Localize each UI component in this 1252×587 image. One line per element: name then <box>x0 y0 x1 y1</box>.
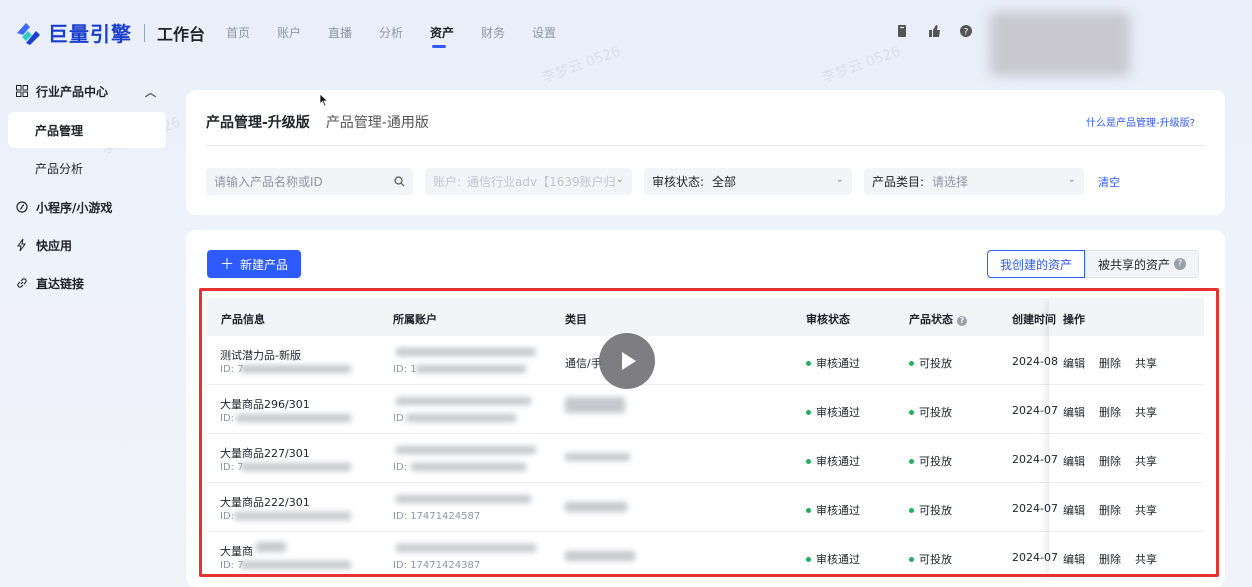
tab-general[interactable]: 产品管理-通用版 <box>326 112 429 132</box>
asset-scope-toggle: 我创建的资产 被共享的资产 ? <box>987 250 1200 278</box>
help-icon[interactable]: ? <box>1174 258 1187 270</box>
main-nav: 首页 账户 直播 分析 资产 财务 设置 <box>226 24 583 48</box>
sidebar-group-label: 小程序/小游戏 <box>36 200 113 215</box>
nav-account[interactable]: 账户 <box>277 24 328 41</box>
review-label: 审核状态: <box>652 175 705 189</box>
workbench-title: 工作台 <box>157 24 206 44</box>
sidebar-group-label: 直达链接 <box>36 276 85 291</box>
search-input[interactable]: 请输入产品名称或ID <box>206 168 413 195</box>
sidebar-group-mini-program[interactable]: 小程序/小游戏 <box>0 188 180 226</box>
tab-bar: 产品管理-升级版 产品管理-通用版 <box>206 112 429 132</box>
sidebar-group-label: 行业产品中心 <box>36 84 109 99</box>
link-icon <box>17 278 27 288</box>
search-icon[interactable] <box>394 176 405 187</box>
sidebar: 行业产品中心 ︿ 产品管理 产品分析 小程序/小游戏 快应用 直达链接 <box>0 72 180 302</box>
user-avatar[interactable] <box>990 12 1130 76</box>
sidebar-group-label: 快应用 <box>36 238 73 253</box>
search-placeholder: 请输入产品名称或ID <box>214 175 323 189</box>
sidebar-item-product-analysis[interactable]: 产品分析 <box>8 150 166 186</box>
plus-icon: ＋ <box>219 257 234 273</box>
mini-program-icon <box>16 201 28 213</box>
logo-divider <box>144 23 145 42</box>
top-bar: 巨量引擎 工作台 首页 账户 直播 分析 资产 财务 设置 ? <box>0 0 1252 76</box>
logo-icon <box>17 22 40 45</box>
mouse-cursor-icon <box>319 93 329 107</box>
review-status-select[interactable]: 审核状态: 全部 ⌄ <box>644 168 852 195</box>
chevron-down-icon: ⌄ <box>1067 174 1076 185</box>
filter-row: 请输入产品名称或ID 账户: 通信行业adv【1639账户归 ⌄ 审核状态: 全… <box>206 168 1120 195</box>
lightning-icon <box>17 239 26 251</box>
brand-logo[interactable]: 巨量引擎 工作台 <box>14 18 205 47</box>
new-product-label: 新建产品 <box>239 257 288 272</box>
tab-divider <box>206 145 1206 146</box>
tab-upgrade[interactable]: 产品管理-升级版 <box>206 112 310 132</box>
nav-assets[interactable]: 资产 <box>430 24 481 48</box>
sidebar-group-industry[interactable]: 行业产品中心 ︿ <box>0 72 180 110</box>
account-label: 账户: <box>433 175 462 189</box>
chevron-down-icon: ⌄ <box>835 174 844 185</box>
review-value: 全部 <box>712 175 737 189</box>
nav-home[interactable]: 首页 <box>226 24 277 41</box>
account-value: 通信行业adv【1639账户归 <box>467 175 616 189</box>
filter-card: 产品管理-升级版 产品管理-通用版 什么是产品管理-升级版? 请输入产品名称或I… <box>186 90 1225 215</box>
nav-settings[interactable]: 设置 <box>532 24 583 41</box>
highlight-box <box>199 288 1219 577</box>
help-link[interactable]: 什么是产品管理-升级版? <box>1086 114 1195 129</box>
account-select[interactable]: 账户: 通信行业adv【1639账户归 ⌄ <box>425 168 632 195</box>
document-icon[interactable] <box>895 24 909 38</box>
help-icon[interactable]: ? <box>959 24 973 38</box>
thumbs-up-icon[interactable] <box>927 24 941 38</box>
sidebar-item-product-manage[interactable]: 产品管理 <box>8 112 166 148</box>
chevron-down-icon: ⌄ <box>615 174 624 185</box>
shared-assets-label: 被共享的资产 <box>1098 257 1171 272</box>
play-icon <box>622 352 636 370</box>
nav-analysis[interactable]: 分析 <box>379 24 430 41</box>
nav-live[interactable]: 直播 <box>328 24 379 41</box>
sidebar-group-direct-link[interactable]: 直达链接 <box>0 264 180 302</box>
new-product-button[interactable]: ＋ 新建产品 <box>207 250 301 278</box>
grid-icon <box>16 85 28 97</box>
clear-filters-link[interactable]: 清空 <box>1098 174 1120 190</box>
brand-name: 巨量引擎 <box>48 22 132 46</box>
nav-finance[interactable]: 财务 <box>481 24 532 41</box>
category-placeholder: 请选择 <box>932 175 969 189</box>
sidebar-group-quick-app[interactable]: 快应用 <box>0 226 180 264</box>
chevron-up-icon[interactable]: ︿ <box>145 84 156 100</box>
sidebar-item-label: 产品管理 <box>35 123 84 138</box>
svg-text:?: ? <box>964 28 969 38</box>
play-button[interactable] <box>599 333 655 389</box>
top-icons: ? <box>895 24 973 38</box>
my-assets-tab[interactable]: 我创建的资产 <box>987 250 1086 278</box>
shared-assets-tab[interactable]: 被共享的资产 ? <box>1085 250 1200 278</box>
category-label: 产品类目: <box>872 175 925 189</box>
category-select[interactable]: 产品类目: 请选择 ⌄ <box>864 168 1084 195</box>
sidebar-item-label: 产品分析 <box>35 161 84 176</box>
